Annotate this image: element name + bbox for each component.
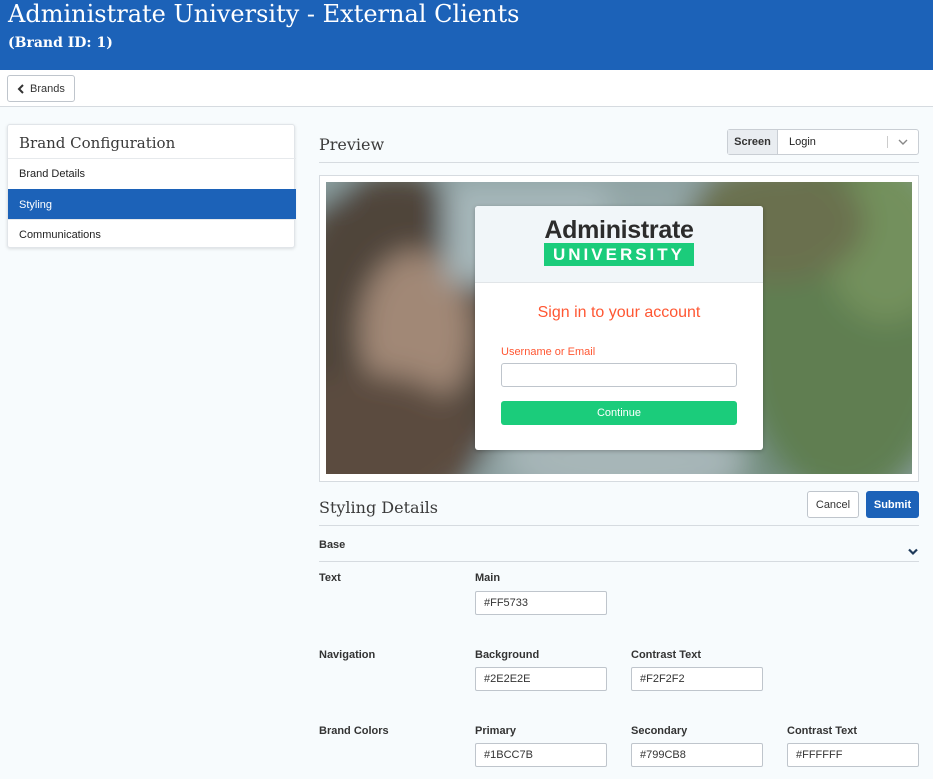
main-color-label: Main: [475, 572, 501, 584]
logo-area: Administrate UNIVERSITY: [475, 206, 763, 283]
brands-back-button[interactable]: Brands: [7, 75, 75, 102]
styling-details-title: Styling Details: [319, 498, 439, 517]
base-divider: [319, 561, 919, 562]
username-label: Username or Email: [501, 346, 596, 358]
navigation-row-label: Navigation: [319, 649, 376, 661]
nav-contrast-text-input[interactable]: [631, 667, 763, 691]
preview-title: Preview: [319, 135, 385, 154]
submit-button[interactable]: Submit: [866, 491, 919, 518]
main-color-input[interactable]: [475, 591, 607, 615]
brands-back-label: Brands: [30, 82, 65, 95]
cancel-button[interactable]: Cancel: [807, 491, 859, 518]
page-header: Administrate University - External Clien…: [0, 0, 933, 70]
primary-color-label: Primary: [475, 725, 516, 737]
sidebar-item-communications[interactable]: Communications: [8, 219, 296, 249]
nav-background-input[interactable]: [475, 667, 607, 691]
text-row-label: Text: [319, 572, 341, 584]
nav-contrast-text-label: Contrast Text: [631, 649, 702, 661]
brand-colors-row-label: Brand Colors: [319, 725, 389, 737]
brand-configuration-panel: Brand Configuration Brand Details Stylin…: [7, 124, 296, 249]
sidebar-item-brand-details[interactable]: Brand Details: [8, 158, 296, 188]
secondary-color-label: Secondary: [631, 725, 688, 737]
continue-button[interactable]: Continue: [501, 401, 737, 425]
chevron-left-icon: [17, 83, 24, 94]
logo-text: Administrate: [544, 216, 694, 244]
page-title: Administrate University - External Clien…: [8, 0, 520, 28]
secondary-color-input[interactable]: [631, 743, 763, 767]
screen-select[interactable]: Screen Login: [727, 129, 919, 155]
logo-badge: UNIVERSITY: [544, 243, 694, 266]
login-card-preview: Administrate UNIVERSITY Sign in to your …: [475, 206, 763, 450]
styling-divider: [319, 525, 919, 526]
base-section-label: Base: [319, 539, 346, 551]
preview-divider: [319, 162, 919, 163]
brand-id-subtitle: (Brand ID: 1): [8, 35, 113, 51]
chevron-down-icon[interactable]: [907, 546, 919, 558]
username-input[interactable]: [501, 363, 737, 387]
sidebar-item-styling[interactable]: Styling: [8, 189, 296, 219]
primary-color-input[interactable]: [475, 743, 607, 767]
brand-contrast-text-input[interactable]: [787, 743, 919, 767]
screen-select-label: Screen: [728, 130, 778, 154]
screen-select-value: Login: [789, 136, 816, 148]
toolbar: Brands: [0, 70, 933, 107]
signin-heading: Sign in to your account: [537, 304, 701, 321]
chevron-down-icon[interactable]: [888, 130, 918, 154]
brand-contrast-text-label: Contrast Text: [787, 725, 858, 737]
sidebar-title: Brand Configuration: [19, 134, 176, 152]
nav-background-label: Background: [475, 649, 540, 661]
